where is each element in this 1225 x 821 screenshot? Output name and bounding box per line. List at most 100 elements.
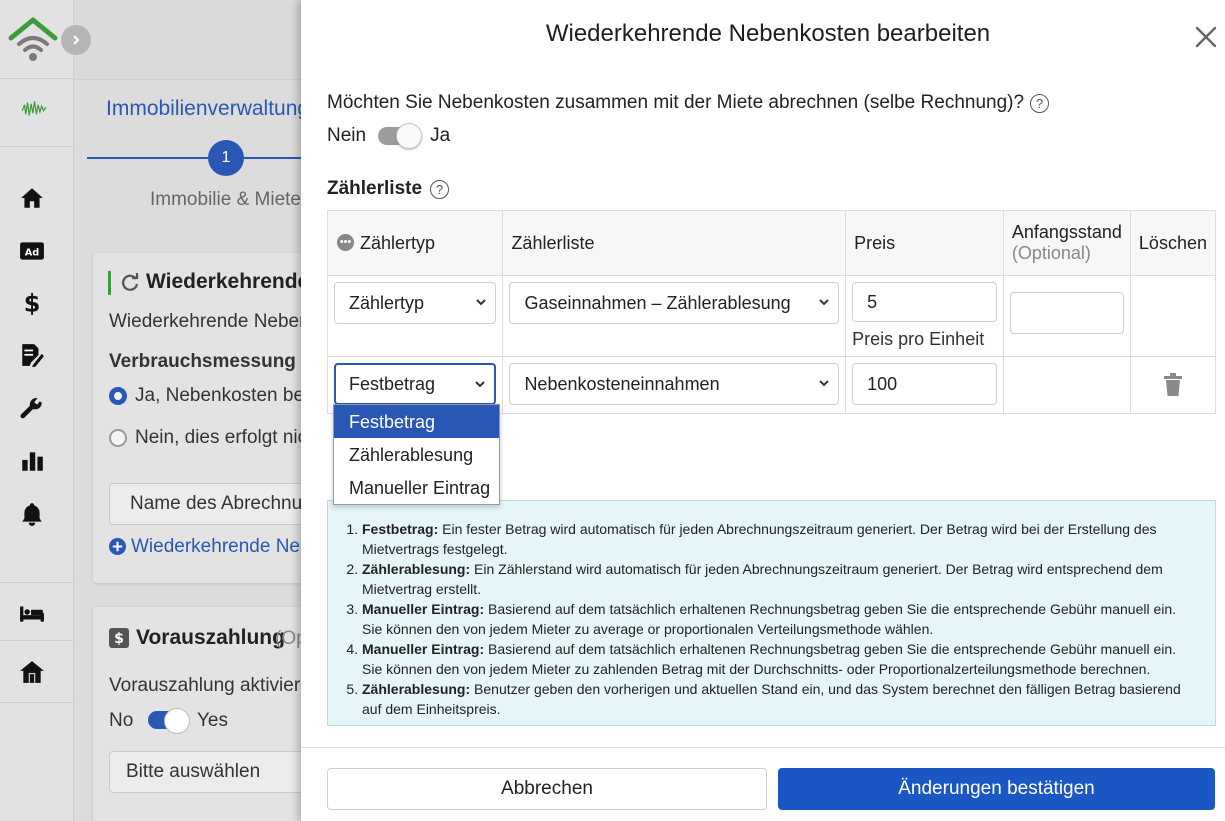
info-text: Ein fester Betrag wird automatisch für j…: [362, 521, 1157, 557]
edit-contract-icon[interactable]: [17, 340, 47, 370]
prepayment-toggle[interactable]: [148, 708, 190, 734]
initial-reading-input[interactable]: [1009, 292, 1124, 334]
info-item: Festbetrag: Ein fester Betrag wird autom…: [362, 519, 1195, 559]
header-delete: Löschen: [1129, 210, 1217, 276]
breadcrumb[interactable]: Immobilienverwaltung: [106, 97, 309, 121]
meter-type-info-box: Festbetrag: Ein fester Betrag wird autom…: [327, 500, 1216, 726]
refresh-icon: [122, 273, 139, 291]
meter-list-select[interactable]: Nebenkosteneinnahmen: [509, 363, 840, 405]
sidebar-rail: Ad $: [0, 0, 74, 821]
price-input[interactable]: 100: [852, 363, 997, 405]
price-input[interactable]: 5: [852, 282, 997, 322]
info-item: Manueller Eintrag: Basierend auf dem tat…: [362, 639, 1195, 679]
price-unit-hint: Preis pro Einheit: [852, 329, 985, 349]
table-cell: [1002, 275, 1131, 357]
info-term: Manueller Eintrag:: [362, 641, 485, 657]
info-term: Manueller Eintrag:: [362, 601, 485, 617]
chevron-down-icon: [475, 381, 486, 388]
home-icon[interactable]: [17, 183, 47, 213]
meter-list-heading-text: Zählerliste: [327, 178, 423, 199]
info-item: Zählerablesung: Benutzer geben den vorhe…: [362, 679, 1195, 719]
dropdown-option-manual-entry[interactable]: Manueller Eintrag: [334, 471, 499, 504]
meter-list-select[interactable]: Gaseinnahmen – Zählerablesung: [509, 282, 840, 324]
bill-with-rent-question: Möchten Sie Nebenkosten zusammen mit der…: [327, 92, 1050, 114]
info-text: Ein Zählerstand wird automatisch für jed…: [362, 561, 1163, 597]
stepper-step-1[interactable]: 1: [208, 140, 244, 176]
background-topbar: [74, 0, 314, 80]
ad-icon[interactable]: Ad: [17, 236, 47, 266]
table-header-row: Zählertyp Zählerliste Preis Anfangsstand…: [326, 210, 1217, 276]
table-cell: Zählertyp: [326, 275, 504, 357]
radio-no[interactable]: [109, 429, 127, 447]
confirm-changes-button[interactable]: Änderungen bestätigen: [778, 768, 1215, 810]
table-cell: [1129, 275, 1217, 357]
card-subtitle: Wiederkehrende Nebenk: [109, 311, 314, 332]
meter-list-heading: Zählerliste ?: [327, 178, 450, 200]
toggle-off-label: Nein: [327, 125, 367, 146]
prepayment-toggle-off-label: No: [109, 710, 134, 731]
meter-type-select-value: Festbetrag: [349, 374, 436, 394]
cancel-button[interactable]: Abbrechen: [327, 768, 767, 810]
recurring-costs-card: Wiederkehrende Wiederkehrende Nebenk Ver…: [93, 253, 314, 583]
chevron-down-icon: [819, 380, 829, 387]
table-cell: [1129, 356, 1217, 414]
bar-chart-icon[interactable]: [17, 446, 47, 476]
header-meter-type-label: Zählertyp: [360, 232, 436, 253]
toggle-knob[interactable]: [396, 123, 423, 149]
svg-text:$: $: [24, 290, 41, 316]
info-term: Festbetrag:: [362, 521, 439, 537]
dollar-icon[interactable]: $: [17, 288, 47, 318]
header-initial-reading: Anfangsstand (Optional): [1002, 210, 1131, 276]
toggle-all-icon[interactable]: [336, 233, 355, 252]
meter-type-select-value: Zählertyp: [349, 293, 425, 313]
bill-with-rent-toggle[interactable]: [378, 123, 423, 149]
add-circle-icon[interactable]: [109, 538, 126, 555]
card-accent-bar: [108, 271, 111, 295]
consumption-question: Verbrauchsmessung erf: [109, 351, 314, 372]
prepayment-title: Vorauszahlung: [136, 626, 285, 649]
header-price: Preis: [845, 210, 1004, 276]
bed-icon[interactable]: [17, 598, 47, 628]
background-page: Immobilienverwaltung 1 Immobilie & Miete…: [74, 0, 314, 821]
radio-yes[interactable]: [109, 387, 127, 405]
table-cell: Gaseinnahmen – Zählerablesung: [502, 275, 847, 357]
prepayment-card: $ Vorauszahlung (Op Vorauszahlung aktivi…: [93, 607, 314, 821]
dropdown-option-meter-reading[interactable]: Zählerablesung: [334, 438, 499, 471]
toggle-on-label: Ja: [430, 125, 451, 146]
brand-mark-icon: [12, 92, 56, 126]
table-cell: 100: [845, 356, 1004, 414]
svg-text:$: $: [114, 631, 124, 647]
help-icon[interactable]: ?: [430, 179, 450, 199]
header-initial-label: Anfangsstand: [1011, 222, 1122, 242]
bell-icon[interactable]: [17, 499, 47, 529]
meter-table: Zählertyp Zählerliste Preis Anfangsstand…: [326, 210, 1217, 414]
bill-with-rent-question-text: Möchten Sie Nebenkosten zusammen mit der…: [327, 92, 1025, 113]
radio-no-label: Nein, dies erfolgt nic: [135, 427, 308, 448]
meter-type-select[interactable]: Zählertyp: [334, 282, 497, 324]
meter-list-select-value: Nebenkosteneinnahmen: [524, 374, 720, 394]
prepayment-toggle-on-label: Yes: [197, 710, 228, 731]
billing-name-input[interactable]: Name des Abrechnungs: [109, 483, 314, 525]
info-text: Basierend auf dem tatsächlich erhaltenen…: [362, 601, 1177, 637]
chevron-right-icon: [73, 35, 80, 45]
table-cell: [1002, 356, 1131, 414]
collapse-sidebar-button[interactable]: [61, 25, 91, 55]
bill-with-rent-toggle-row: Nein Ja: [327, 123, 451, 149]
stepper-line: [87, 157, 314, 159]
table-cell: Nebenkosteneinnahmen: [502, 356, 847, 414]
prepayment-select[interactable]: Bitte auswählen: [109, 751, 314, 793]
close-icon[interactable]: [1193, 24, 1219, 50]
dropdown-option-fixed-amount[interactable]: Festbetrag: [334, 405, 499, 438]
trash-icon[interactable]: [1162, 373, 1184, 397]
meter-type-select[interactable]: Festbetrag: [334, 363, 497, 405]
add-recurring-link[interactable]: Wiederkehrende Neb: [131, 536, 311, 558]
header-initial-optional: (Optional): [1011, 243, 1091, 263]
house-icon[interactable]: [17, 657, 47, 687]
info-item: Manueller Eintrag: Basierend auf dem tat…: [362, 599, 1195, 639]
help-icon[interactable]: ?: [1030, 93, 1050, 113]
dollar-badge-icon: $: [109, 628, 129, 648]
modal-title: Wiederkehrende Nebenkosten bearbeiten: [545, 20, 991, 47]
table-row: Zählertyp Gaseinnahmen – Zählerablesung …: [326, 275, 1217, 357]
wrench-icon[interactable]: [17, 394, 47, 424]
info-term: Zählerablesung:: [362, 681, 471, 697]
